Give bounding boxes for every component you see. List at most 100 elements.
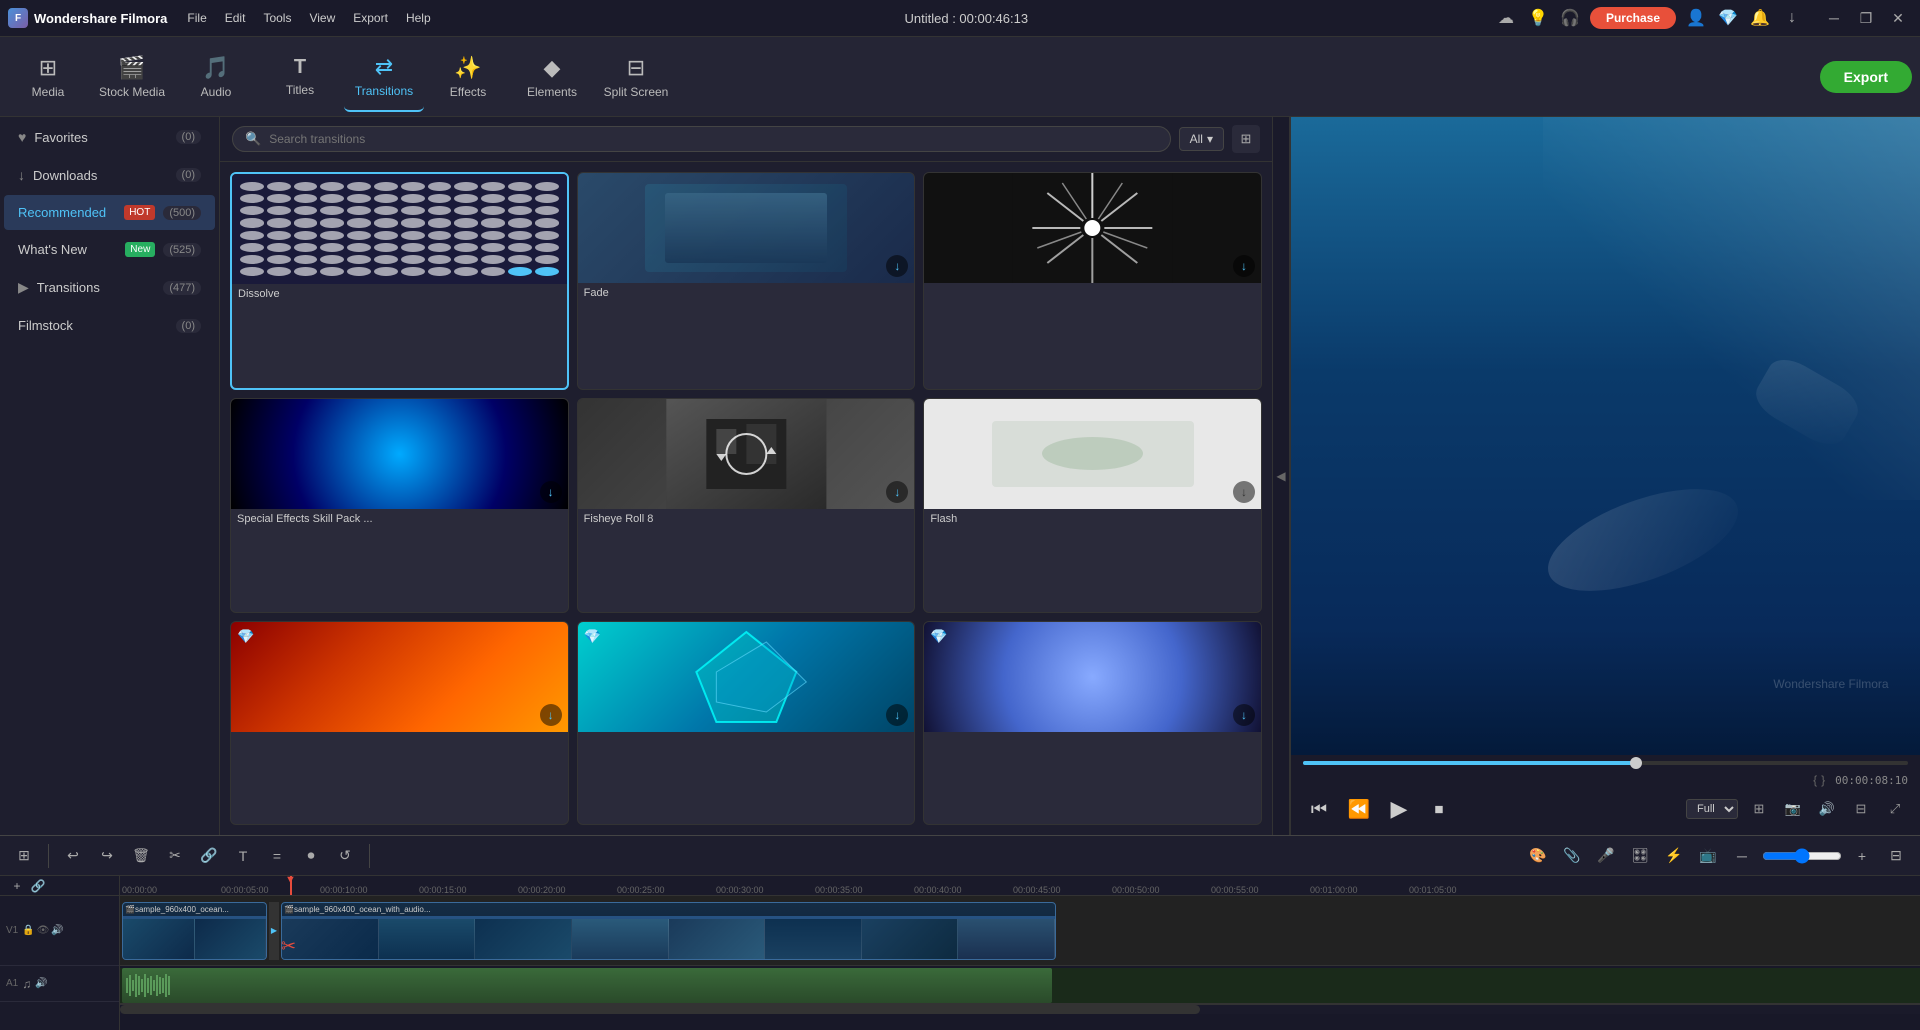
sidebar-item-recommended[interactable]: Recommended HOT (500) xyxy=(4,195,215,230)
search-icon: 🔍 xyxy=(245,131,261,147)
credits-icon[interactable]: 💎 xyxy=(1716,6,1740,30)
transition-card-ray[interactable]: ↓ xyxy=(923,172,1262,390)
fullscreen-icon[interactable]: ⤢ xyxy=(1882,796,1908,822)
grid-view-button[interactable]: ⊞ xyxy=(1232,125,1260,153)
audio-mixer-icon[interactable]: 🎛 xyxy=(1626,842,1654,870)
toolbar-split-screen[interactable]: ⊟ Split Screen xyxy=(596,42,676,112)
search-input[interactable] xyxy=(269,132,1157,146)
menu-export[interactable]: Export xyxy=(345,7,396,29)
delete-button[interactable]: 🗑 xyxy=(127,842,155,870)
minimize-button[interactable]: ─ xyxy=(1820,6,1848,30)
sidebar-item-transitions[interactable]: ▶ Transitions (477) xyxy=(4,269,215,306)
snapshot-icon[interactable]: 📷 xyxy=(1780,796,1806,822)
ray-download-icon[interactable]: ↓ xyxy=(1233,255,1255,277)
collapse-tracks-icon[interactable]: ⊟ xyxy=(1882,842,1910,870)
fire-download-icon[interactable]: ↓ xyxy=(540,704,562,726)
add-track-button[interactable]: + xyxy=(6,876,28,897)
whats-new-label: What's New xyxy=(18,242,87,257)
redo-button[interactable]: ↪ xyxy=(93,842,121,870)
play-button[interactable]: ▶ xyxy=(1383,793,1415,825)
transition-card-dissolve[interactable]: Dissolve xyxy=(230,172,569,390)
volume-icon[interactable]: 🔊 xyxy=(1814,796,1840,822)
multi-cam-icon[interactable]: 📺 xyxy=(1694,842,1722,870)
cloud-icon[interactable]: ☁ xyxy=(1494,6,1518,30)
toolbar-titles[interactable]: T Titles xyxy=(260,42,340,112)
export-button[interactable]: Export xyxy=(1820,61,1912,93)
transition-card-fade[interactable]: ↓ Fade xyxy=(577,172,916,390)
special-download-icon[interactable]: ↓ xyxy=(540,481,562,503)
fit-screen-icon[interactable]: ⊞ xyxy=(1746,796,1772,822)
bulb-icon[interactable]: 💡 xyxy=(1526,6,1550,30)
stop-button[interactable]: ⏹ xyxy=(1423,793,1455,825)
transition-card-special[interactable]: ↓ Special Effects Skill Pack ... xyxy=(230,398,569,614)
menu-tools[interactable]: Tools xyxy=(255,7,299,29)
link-button[interactable]: 🔗 xyxy=(195,842,223,870)
toolbar-stock-media[interactable]: 🎬 Stock Media xyxy=(92,42,172,112)
video-clip-1[interactable]: 🎬 sample_960x400_ocean... xyxy=(122,902,267,960)
clip-icon[interactable]: 📎 xyxy=(1558,842,1586,870)
text-tool-button[interactable]: T xyxy=(229,842,257,870)
speed-icon[interactable]: ⚡ xyxy=(1660,842,1688,870)
bracket-end[interactable]: } xyxy=(1821,773,1825,787)
toolbar-transitions[interactable]: ⇄ Transitions xyxy=(344,42,424,112)
reset-button[interactable]: ↺ xyxy=(331,842,359,870)
audio-adjust-button[interactable]: ⏺ xyxy=(297,842,325,870)
toolbar-audio[interactable]: 🎵 Audio xyxy=(176,42,256,112)
menu-edit[interactable]: Edit xyxy=(217,7,254,29)
filter-dropdown[interactable]: All ▾ xyxy=(1179,127,1224,151)
transition-card-fisheye[interactable]: ↓ Fisheye Roll 8 xyxy=(577,398,916,614)
zoom-in-icon[interactable]: + xyxy=(1848,842,1876,870)
toolbar-elements[interactable]: ◆ Elements xyxy=(512,42,592,112)
audio-track[interactable] xyxy=(120,968,1920,1004)
progress-handle[interactable] xyxy=(1630,757,1642,769)
quality-select[interactable]: Full 1/2 1/4 xyxy=(1686,799,1738,819)
toolbar-media[interactable]: ⊞ Media xyxy=(8,42,88,112)
layout-icon[interactable]: ⊟ xyxy=(1848,796,1874,822)
avatar-icon[interactable]: 👤 xyxy=(1684,6,1708,30)
toolbar-effects[interactable]: ✨ Effects xyxy=(428,42,508,112)
rewind-button[interactable]: ⏮ xyxy=(1303,793,1335,825)
mic-icon[interactable]: 🎤 xyxy=(1592,842,1620,870)
sidebar-item-favorites[interactable]: ♥ Favorites (0) xyxy=(4,119,215,155)
tl-grid-icon[interactable]: ⊞ xyxy=(10,842,38,870)
undo-button[interactable]: ↩ xyxy=(59,842,87,870)
sidebar-item-whats-new[interactable]: What's New New (525) xyxy=(4,232,215,267)
link-tracks-button[interactable]: 🔗 xyxy=(28,876,48,896)
transition-card-flash[interactable]: ↓ Flash xyxy=(923,398,1262,614)
video-lock-icon[interactable]: 🔒 xyxy=(22,925,34,936)
video-clip-2[interactable]: 🎬 sample_960x400_ocean_with_audio... xyxy=(281,902,1056,960)
sidebar-item-downloads[interactable]: ↓ Downloads (0) xyxy=(4,157,215,193)
clip-adjust-button[interactable]: = xyxy=(263,842,291,870)
bracket-start[interactable]: { xyxy=(1813,773,1817,787)
timeline-scrollbar[interactable] xyxy=(120,1004,1920,1014)
search-box[interactable]: 🔍 xyxy=(232,126,1171,152)
download-manager-icon[interactable]: ↓ xyxy=(1780,6,1804,30)
fisheye-download-icon[interactable]: ↓ xyxy=(886,481,908,503)
collapse-sidebar-button[interactable]: ◀ xyxy=(1272,117,1290,835)
progress-bar[interactable] xyxy=(1303,761,1908,765)
transition-card-glow[interactable]: 💎 ↓ xyxy=(923,621,1262,825)
timeline-scrollbar-thumb[interactable] xyxy=(120,1005,1200,1014)
flash-download-icon[interactable]: ↓ xyxy=(1233,481,1255,503)
color-grade-icon[interactable]: 🎨 xyxy=(1524,842,1552,870)
notifications-icon[interactable]: 🔔 xyxy=(1748,6,1772,30)
video-track[interactable]: 🎬 sample_960x400_ocean... ▶ 🎬 xyxy=(120,896,1920,966)
transition-card-fire[interactable]: 💎 ↓ xyxy=(230,621,569,825)
maximize-button[interactable]: ❐ xyxy=(1852,6,1880,30)
zoom-slider[interactable] xyxy=(1762,848,1842,864)
zoom-out-icon[interactable]: ─ xyxy=(1728,842,1756,870)
menu-view[interactable]: View xyxy=(301,7,343,29)
menu-help[interactable]: Help xyxy=(398,7,439,29)
menu-file[interactable]: File xyxy=(179,7,214,29)
sidebar-item-filmstock[interactable]: Filmstock (0) xyxy=(4,308,215,343)
video-speaker-icon[interactable]: 🔊 xyxy=(51,925,63,936)
cut-button[interactable]: ✂ xyxy=(161,842,189,870)
timeline-tracks[interactable]: 00:00:00 00:00:05:00 00:00:10:00 00:00:1… xyxy=(120,876,1920,1030)
music-speaker-icon[interactable]: 🔊 xyxy=(35,978,47,989)
headset-icon[interactable]: 🎧 xyxy=(1558,6,1582,30)
close-button[interactable]: ✕ xyxy=(1884,6,1912,30)
purchase-button[interactable]: Purchase xyxy=(1590,7,1676,29)
video-eye-icon[interactable]: 👁 xyxy=(37,925,50,936)
transition-card-geo[interactable]: 💎 ↓ xyxy=(577,621,916,825)
prev-frame-button[interactable]: ⏪ xyxy=(1343,793,1375,825)
